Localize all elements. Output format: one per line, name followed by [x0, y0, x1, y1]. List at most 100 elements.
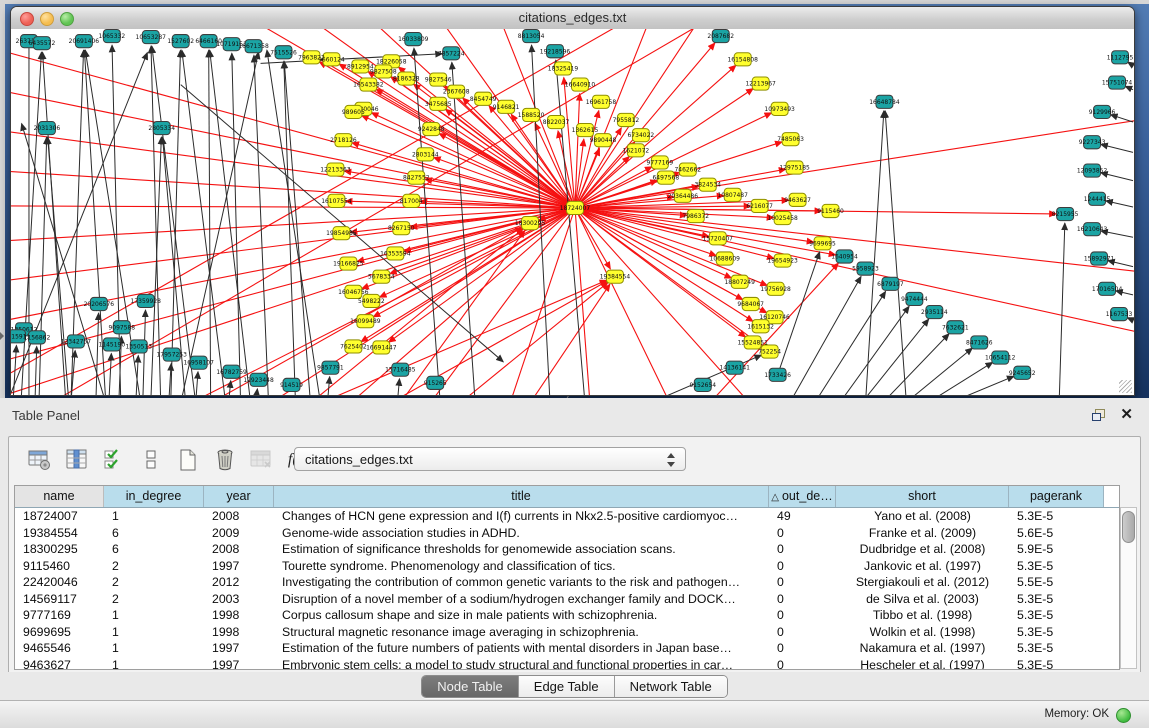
graph-node[interactable]: 1112795 [1107, 51, 1134, 64]
graph-node[interactable]: 7485063 [777, 133, 804, 146]
graph-edge[interactable] [1101, 144, 1133, 152]
graph-edge[interactable] [1125, 86, 1133, 89]
table-row[interactable]: 1938455462009Genome-wide association stu… [15, 525, 1119, 542]
graph-node[interactable]: 16099489 [350, 315, 381, 328]
graph-node[interactable]: 9699695 [809, 237, 836, 250]
graph-node[interactable]: 989605 [342, 105, 365, 118]
graph-node[interactable]: 1362615 [572, 124, 599, 137]
graph-edge[interactable] [48, 137, 69, 395]
column-header-short[interactable]: short [836, 486, 1009, 507]
graph-node[interactable]: 1733426 [764, 368, 791, 381]
graph-edge[interactable] [927, 362, 992, 395]
graph-edge[interactable] [109, 354, 112, 395]
graph-node[interactable]: 5678334 [368, 270, 395, 283]
graph-edge[interactable] [39, 137, 47, 395]
delete-column-icon[interactable] [210, 445, 240, 475]
graph-node[interactable]: 817004 [400, 194, 423, 207]
graph-node[interactable]: 9474444 [901, 292, 928, 305]
select-columns-icon[interactable] [99, 445, 129, 475]
graph-edge[interactable] [11, 206, 575, 208]
row-height-icon[interactable] [136, 445, 166, 475]
column-header-name[interactable]: name [15, 486, 104, 507]
table-row[interactable]: 969969511998Structural magnetic resonanc… [15, 624, 1119, 641]
graph-node[interactable]: 17016504 [1092, 282, 1123, 295]
column-header-year[interactable]: year [204, 486, 274, 507]
graph-node[interactable]: 10653287 [136, 31, 167, 44]
graph-edge[interactable] [575, 208, 670, 395]
graph-node[interactable]: 19854985 [326, 227, 357, 240]
graph-node[interactable]: 16154808 [727, 53, 758, 66]
graph-node[interactable]: 8427552 [403, 171, 430, 184]
graph-node[interactable]: 9827546 [425, 73, 452, 86]
graph-node[interactable]: 8822037 [543, 115, 570, 128]
tab-edge-table[interactable]: Edge Table [518, 676, 614, 697]
graph-edge[interactable] [368, 71, 575, 208]
graph-edge[interactable] [11, 130, 575, 208]
window-resize-grip[interactable] [1119, 380, 1132, 393]
column-header-title[interactable]: title [274, 486, 769, 507]
graph-node[interactable]: 15892971 [1084, 252, 1115, 265]
graph-node[interactable]: 8267150 [388, 222, 415, 235]
graph-edge[interactable] [430, 208, 575, 395]
panel-collapse-arrow-icon[interactable] [0, 332, 4, 340]
graph-node[interactable]: 10654112 [985, 351, 1016, 364]
tab-node-table[interactable]: Node Table [422, 676, 518, 697]
graph-node[interactable]: 3475685 [425, 97, 452, 110]
graph-node[interactable]: 6734022 [628, 129, 655, 142]
graph-edge[interactable] [151, 46, 161, 395]
show-columns-icon[interactable] [62, 445, 92, 475]
graph-node[interactable]: 16961758 [586, 95, 617, 108]
citation-network-graph[interactable]: 2637141643557220691406106533210653287152… [11, 29, 1134, 395]
table-source-select[interactable]: citations_edges.txt [294, 447, 686, 471]
graph-node[interactable]: 12342757 [61, 335, 92, 348]
graph-node[interactable]: 16210643 [1077, 223, 1108, 236]
graph-node[interactable]: 2718126 [330, 134, 357, 147]
table-row[interactable]: 946362711997Embryonic stem cells: a mode… [15, 657, 1119, 671]
column-header-out_de[interactable]: △out_de… [769, 486, 836, 507]
table-settings-icon[interactable] [25, 445, 55, 475]
scrollbar-thumb[interactable] [1122, 511, 1135, 543]
graph-node[interactable]: 15716485 [385, 363, 416, 376]
new-column-icon[interactable] [173, 445, 203, 475]
table-row[interactable]: 1872400712008Changes of HCN gene express… [15, 508, 1119, 525]
graph-node[interactable]: 16640910 [565, 78, 596, 91]
graph-node[interactable]: 20691406 [69, 35, 100, 48]
graph-node[interactable]: 16543382 [353, 78, 384, 91]
close-panel-icon[interactable]: ✕ [1120, 406, 1133, 424]
graph-node[interactable]: 914519 [280, 378, 303, 391]
graph-node[interactable]: 9245652 [1009, 366, 1036, 379]
graph-node[interactable]: 10025458 [767, 211, 798, 224]
tab-network-table[interactable]: Network Table [614, 676, 727, 697]
table-row[interactable]: 946554611997Estimation of the future num… [15, 640, 1119, 657]
graph-node[interactable]: 1640954 [831, 250, 858, 263]
graph-node[interactable]: 3824534 [694, 178, 721, 191]
graph-node[interactable]: 14136141 [719, 361, 750, 374]
graph-node[interactable]: 16958107 [183, 356, 214, 369]
graph-node[interactable]: 2935114 [921, 306, 948, 319]
graph-node[interactable]: 10807487 [718, 188, 749, 201]
graph-node[interactable]: 2805334 [148, 122, 175, 135]
table-row[interactable]: 911546021997Tourette syndrome. Phenomeno… [15, 558, 1119, 575]
graph-edge[interactable] [575, 208, 590, 395]
graph-edge[interactable] [22, 124, 106, 395]
window-titlebar[interactable]: citations_edges.txt [11, 7, 1134, 30]
graph-node[interactable]: 9146821 [493, 100, 520, 113]
graph-edge[interactable] [327, 377, 329, 395]
graph-node[interactable]: 9227343 [1079, 136, 1106, 149]
graph-node[interactable]: 9115460 [817, 204, 844, 217]
graph-edge[interactable] [840, 306, 910, 395]
graph-edge[interactable] [211, 228, 523, 395]
table-row[interactable]: 1830029562008Estimation of significance … [15, 541, 1119, 558]
graph-edge[interactable] [35, 346, 37, 395]
graph-edge[interactable] [400, 230, 524, 395]
graph-edge[interactable] [232, 53, 241, 395]
graph-edge[interactable] [210, 50, 251, 395]
graph-node[interactable]: 8215955 [1052, 207, 1079, 220]
graph-edge[interactable] [885, 111, 906, 395]
graph-node[interactable]: 8471626 [966, 336, 993, 349]
network-view-window[interactable]: citations_edges.txt 26371416435572206914… [10, 6, 1135, 396]
graph-node[interactable]: 16691447 [366, 341, 397, 354]
table-vertical-scrollbar[interactable] [1120, 507, 1137, 669]
graph-node[interactable]: 16107554 [321, 194, 352, 207]
graph-edge[interactable] [1059, 223, 1065, 395]
